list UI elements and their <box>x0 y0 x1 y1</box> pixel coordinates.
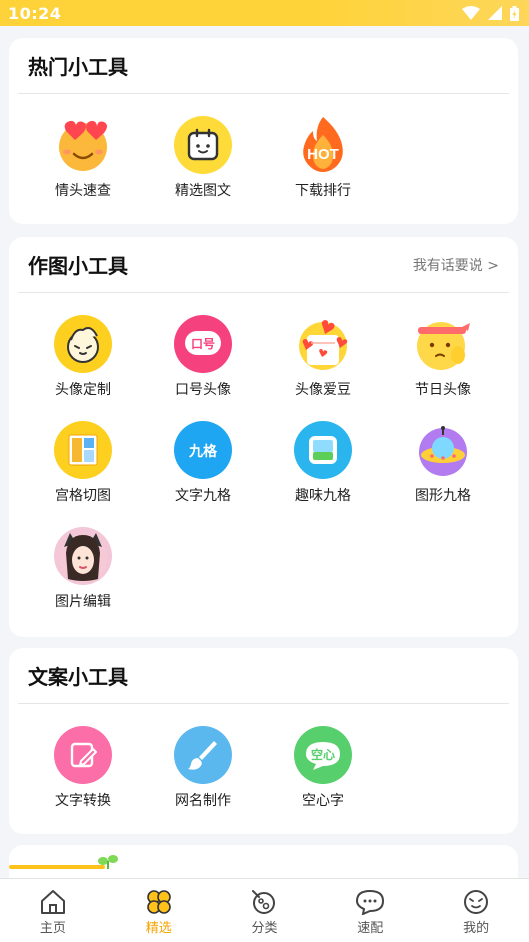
tool-label: 头像爱豆 <box>295 382 351 398</box>
tool-text-nine-grid[interactable]: 九格 文字九格 <box>148 421 258 505</box>
tool-label: 图片编辑 <box>55 594 111 610</box>
grid-cut-icon <box>54 421 112 479</box>
tool-download-ranking[interactable]: HOT 下载排行 <box>268 116 378 200</box>
text-convert-icon <box>54 726 112 784</box>
tool-label: 网名制作 <box>175 793 231 809</box>
smile-face-icon <box>464 890 489 914</box>
hollow-text-label: 空心 <box>311 747 335 762</box>
brush-icon <box>174 726 232 784</box>
nine-grid-text: 九格 <box>188 443 218 460</box>
hollow-text-icon: 空心 <box>294 726 352 784</box>
tool-label: 趣味九格 <box>295 488 351 504</box>
chat-bubble-icon <box>356 889 385 915</box>
tab-label: 主页 <box>39 921 66 936</box>
tab-label: 分类 <box>251 921 278 936</box>
wifi-icon <box>462 6 480 20</box>
sprout-icon <box>98 855 118 869</box>
hearts-calendar-icon <box>294 315 352 373</box>
copywriting-tools-header: 文案小工具 <box>18 648 509 704</box>
text-nine-grid-icon: 九格 <box>174 421 232 479</box>
hot-fire-icon: HOT <box>294 116 352 174</box>
hot-tools-card: 热门小工具 情头速查 精选图文 HOT 下载排行 <box>9 38 518 224</box>
drawing-tools-title: 作图小工具 <box>28 254 128 278</box>
tool-label: 空心字 <box>302 793 344 809</box>
tool-label: 情头速查 <box>55 183 111 199</box>
hot-tools-title: 热门小工具 <box>28 55 128 79</box>
tool-label: 宫格切图 <box>55 488 111 504</box>
tool-hollow-text[interactable]: 空心 空心字 <box>268 726 378 810</box>
tool-festival-avatar[interactable]: 节日头像 <box>388 315 498 399</box>
home-icon <box>40 890 65 914</box>
tool-grid-cut[interactable]: 宫格切图 <box>28 421 138 505</box>
tab-selected[interactable]: 精选 <box>106 879 212 942</box>
tool-text-convert[interactable]: 文字转换 <box>28 726 138 810</box>
tool-avatar-custom[interactable]: 头像定制 <box>28 315 138 399</box>
next-card-partial <box>9 845 518 879</box>
tab-home[interactable]: 主页 <box>0 879 106 942</box>
tool-selected-posts[interactable]: 精选图文 <box>148 116 258 200</box>
feedback-link[interactable]: 我有话要说 > <box>413 255 499 275</box>
tab-category[interactable]: 分类 <box>212 879 318 942</box>
tool-label: 下载排行 <box>295 183 351 199</box>
system-icons <box>462 5 519 21</box>
tab-mine[interactable]: 我的 <box>423 879 529 942</box>
headband-emoji-icon <box>414 315 472 373</box>
tool-shape-nine-grid[interactable]: 图形九格 <box>388 421 498 505</box>
slogan-icon: 口号 <box>174 315 232 373</box>
drawing-tools-card: 作图小工具 我有话要说 > 头像定制 口号 口号头像 头像爱豆 节日头像 宫格切… <box>9 237 518 637</box>
tool-nickname-make[interactable]: 网名制作 <box>148 726 258 810</box>
tool-fun-nine-grid[interactable]: 趣味九格 <box>268 421 378 505</box>
tool-label: 口号头像 <box>175 382 231 398</box>
photo-edit-avatar-icon <box>54 527 112 585</box>
tool-label: 图形九格 <box>415 488 471 504</box>
clover-icon <box>146 890 171 914</box>
tool-couple-avatar-search[interactable]: 情头速查 <box>28 116 138 200</box>
fun-nine-grid-icon <box>294 421 352 479</box>
status-bar: 10:24 <box>0 0 529 26</box>
drawing-tools-header: 作图小工具 我有话要说 > <box>18 237 509 293</box>
tab-label: 精选 <box>145 921 172 936</box>
calendar-face-icon <box>174 116 232 174</box>
planet-icon <box>252 890 276 914</box>
tool-label: 文字转换 <box>55 793 111 809</box>
tool-photo-edit[interactable]: 图片编辑 <box>28 527 138 611</box>
tool-label: 精选图文 <box>175 183 231 199</box>
tab-label: 速配 <box>357 921 384 936</box>
slogan-text: 口号 <box>191 336 215 351</box>
ufo-icon <box>414 421 472 479</box>
hot-tools-header: 热门小工具 <box>18 38 509 94</box>
tool-avatar-idol[interactable]: 头像爱豆 <box>268 315 378 399</box>
bottom-tab-bar: 主页 精选 分类 速配 我的 <box>0 878 529 942</box>
love-eyes-emoji-icon <box>54 116 112 174</box>
tool-slogan-avatar[interactable]: 口号 口号头像 <box>148 315 258 399</box>
section-underline-accent <box>9 865 105 869</box>
tab-label: 我的 <box>463 921 490 936</box>
copywriting-tools-title: 文案小工具 <box>28 665 128 689</box>
tool-label: 头像定制 <box>55 382 111 398</box>
status-time: 10:24 <box>8 3 62 23</box>
battery-icon <box>510 5 519 21</box>
signal-icon <box>488 6 502 20</box>
tab-match[interactable]: 速配 <box>317 879 423 942</box>
tool-label: 文字九格 <box>175 488 231 504</box>
copywriting-tools-card: 文案小工具 文字转换 网名制作 空心 空心字 <box>9 648 518 834</box>
tool-label: 节日头像 <box>415 382 471 398</box>
cartoon-face-icon <box>54 315 112 373</box>
hot-text: HOT <box>307 146 339 163</box>
